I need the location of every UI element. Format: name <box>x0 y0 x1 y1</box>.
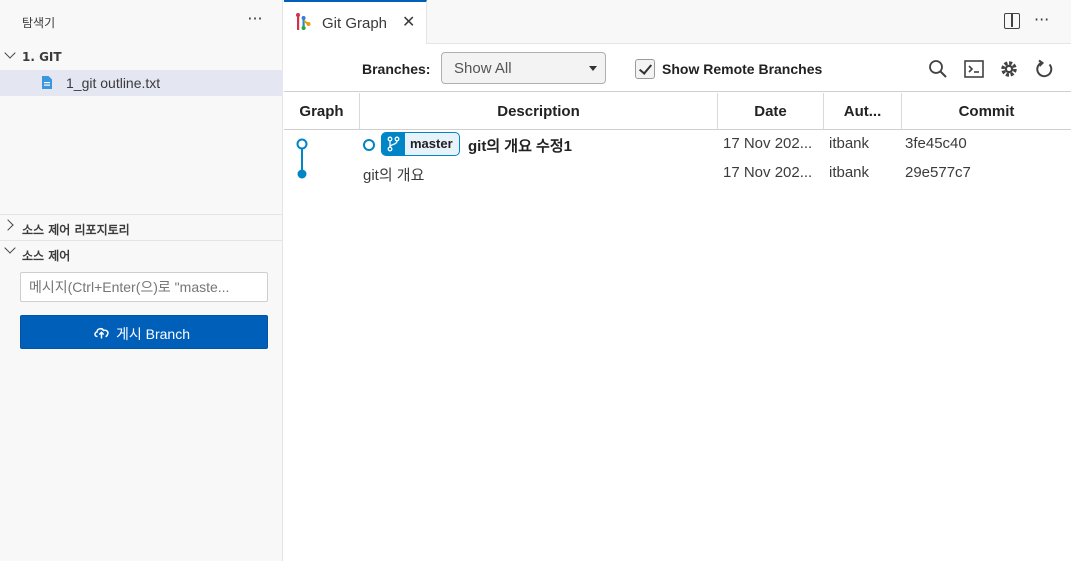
table-row[interactable]: git의 개요 17 Nov 202... itbank 29e577c7 <box>284 160 1071 188</box>
file-item[interactable]: 1_git outline.txt <box>0 70 283 96</box>
chevron-down-icon <box>4 242 16 254</box>
file-label: 1_git outline.txt <box>66 75 161 91</box>
chevron-down-icon <box>4 47 16 59</box>
chevron-right-icon <box>2 219 14 231</box>
scm-repositories-section[interactable]: 소스 제어 리포지토리 <box>0 214 283 240</box>
split-editor-icon[interactable] <box>1004 13 1020 29</box>
commit-hash: 3fe45c40 <box>905 135 967 152</box>
column-description[interactable]: Description <box>360 93 718 130</box>
terminal-icon[interactable] <box>963 58 985 80</box>
commit-hash: 29e577c7 <box>905 164 971 181</box>
column-author[interactable]: Aut... <box>824 93 902 130</box>
search-icon[interactable] <box>927 58 949 80</box>
commit-message: git의 개요 수정1 <box>468 138 573 155</box>
publish-branch-label: 게시 Branch <box>116 326 191 342</box>
tab-label: Git Graph <box>322 15 388 32</box>
folder-label: 1. GIT <box>22 50 62 64</box>
column-commit[interactable]: Commit <box>902 93 1071 130</box>
show-remote-label[interactable]: Show Remote Branches <box>662 61 822 77</box>
branches-label: Branches: <box>362 61 431 77</box>
scm-section[interactable]: 소스 제어 <box>0 240 283 266</box>
commit-author: itbank <box>829 164 870 181</box>
column-date[interactable]: Date <box>718 93 824 130</box>
close-icon[interactable]: ✕ <box>402 12 415 31</box>
branches-value: Show All <box>454 60 512 77</box>
publish-branch-button[interactable]: 게시 Branch <box>20 315 268 349</box>
more-actions-icon[interactable]: ··· <box>1034 10 1049 29</box>
column-graph[interactable]: Graph <box>284 93 360 130</box>
explorer-sidebar: 탐색기 ··· 1. GIT 1_git outline.txt 소스 제어 리… <box>0 0 283 561</box>
workspace-folder[interactable]: 1. GIT <box>0 46 283 68</box>
branch-icon <box>382 133 405 155</box>
commit-date: 17 Nov 202... <box>723 135 813 152</box>
head-indicator-icon <box>363 139 375 151</box>
commit-message: git의 개요 <box>363 167 425 184</box>
branch-name: master <box>410 136 453 151</box>
commit-date: 17 Nov 202... <box>723 164 813 181</box>
section-label: 소스 제어 <box>22 249 71 263</box>
commit-table-header: Graph Description Date Aut... Commit <box>284 93 1071 130</box>
git-graph-icon <box>296 13 311 31</box>
chevron-down-icon <box>589 66 597 71</box>
gear-icon[interactable] <box>998 58 1020 80</box>
show-remote-checkbox[interactable] <box>635 59 655 79</box>
refresh-icon[interactable] <box>1034 58 1056 80</box>
file-icon <box>42 76 52 89</box>
branch-badge[interactable]: master <box>381 132 460 156</box>
explorer-more-icon[interactable]: ··· <box>244 10 266 32</box>
explorer-title: 탐색기 <box>22 16 56 30</box>
editor-tab-bar: Git Graph ✕ ··· <box>284 0 1071 44</box>
tab-git-graph[interactable]: Git Graph ✕ <box>284 0 427 44</box>
section-label: 소스 제어 리포지토리 <box>22 223 130 237</box>
git-graph-controls: Branches: Show All Show Remote Branches <box>284 45 1071 92</box>
branches-dropdown[interactable]: Show All <box>441 52 606 84</box>
table-row[interactable]: master git의 개요 수정1 17 Nov 202... itbank … <box>284 131 1071 159</box>
commit-message-input[interactable]: 메시지(Ctrl+Enter(으)로 "maste... <box>20 272 268 302</box>
commit-author: itbank <box>829 135 870 152</box>
explorer-header: 탐색기 ··· <box>0 0 283 44</box>
cloud-upload-icon <box>94 327 109 339</box>
